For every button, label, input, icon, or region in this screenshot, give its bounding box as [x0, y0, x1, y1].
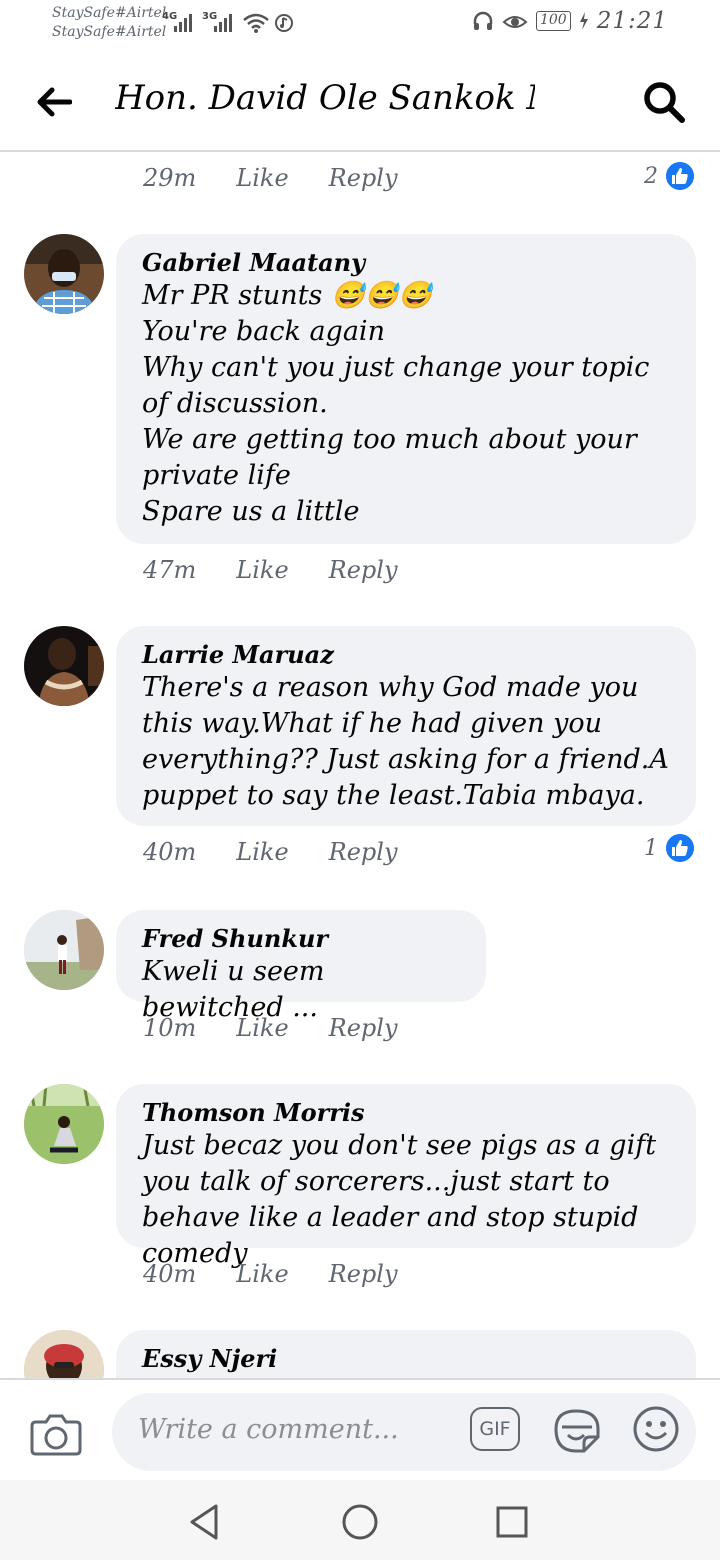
sticker-button[interactable] — [552, 1405, 602, 1455]
triangle-back-icon — [190, 1504, 218, 1540]
wifi-icon — [243, 13, 269, 33]
comment-actions: 40m Like Reply — [143, 1260, 398, 1288]
comment-bubble[interactable]: Gabriel Maatany Mr PR stunts 😅😅😅 You're … — [116, 234, 696, 544]
nav-home-button[interactable] — [338, 1500, 382, 1544]
charging-icon — [579, 12, 588, 30]
camera-button[interactable] — [30, 1410, 82, 1458]
comment-time: 40m — [143, 838, 197, 866]
music-notification-icon — [275, 14, 293, 32]
system-navigation-bar — [0, 1480, 720, 1560]
like-button[interactable]: Like — [236, 1260, 288, 1288]
app-header: Hon. David Ole Sankok MP — [0, 52, 720, 152]
reaction-count[interactable]: 1 — [644, 832, 696, 864]
circle-home-icon — [342, 1504, 378, 1540]
comment-author[interactable]: Thomson Morris — [142, 1098, 670, 1128]
comment-actions: 29m Like Reply — [143, 164, 398, 192]
signal-icon — [174, 14, 192, 32]
comment-time: 47m — [143, 556, 197, 584]
back-button[interactable] — [30, 80, 78, 124]
carrier-1: StaySafe#Airtel — [52, 5, 167, 21]
comment-author[interactable]: Gabriel Maatany — [142, 248, 670, 278]
comment-time: 40m — [143, 1260, 197, 1288]
comment-input-placeholder: Write a comment... — [138, 1414, 399, 1445]
carrier-2: StaySafe#Airtel — [52, 24, 167, 40]
battery-level: 100 — [535, 11, 571, 31]
reaction-count[interactable]: 2 — [644, 160, 696, 192]
status-bar: StaySafe#Airtel StaySafe#Airtel 4G 3G 10… — [0, 0, 720, 52]
reply-button[interactable]: Reply — [329, 164, 398, 192]
reaction-count-value: 1 — [644, 835, 658, 861]
like-button[interactable]: Like — [236, 164, 288, 192]
comment-author[interactable]: Larrie Maruaz — [142, 640, 670, 670]
avatar[interactable] — [24, 1084, 104, 1164]
headphones-icon — [473, 11, 493, 30]
comment-text: There's a reason why God made you this w… — [142, 672, 669, 811]
arrow-left-icon — [37, 87, 72, 117]
comment-text: Mr PR stunts 😅😅😅 You're back again Why c… — [142, 280, 650, 527]
comment-composer: Write a comment... GIF — [0, 1378, 720, 1480]
avatar[interactable] — [24, 1330, 104, 1378]
reaction-count-value: 2 — [644, 163, 658, 189]
sticker-icon — [554, 1409, 600, 1453]
clock: 21:21 — [596, 8, 668, 34]
signal-icon — [214, 14, 232, 32]
comment-actions: 10m Like Reply — [143, 1014, 398, 1042]
reply-button[interactable]: Reply — [329, 838, 398, 866]
reply-button[interactable]: Reply — [329, 1014, 398, 1042]
comments-feed[interactable]: 29m Like Reply 2 Gabriel Maatany Mr PR s… — [0, 154, 720, 1378]
nav-back-button[interactable] — [184, 1500, 228, 1544]
comment-actions: 47m Like Reply — [143, 556, 398, 584]
comment-bubble[interactable]: Fred Shunkur Kweli u seem bewitched ... — [116, 910, 486, 1023]
square-recents-icon — [496, 1506, 528, 1538]
comment-bubble[interactable]: Larrie Maruaz There's a reason why God m… — [116, 626, 696, 826]
comment-actions: 40m Like Reply — [143, 838, 398, 866]
comment-author[interactable]: Essy Njeri — [142, 1344, 670, 1374]
status-right: 100 21:21 — [472, 8, 668, 34]
comment-author[interactable]: Fred Shunkur — [142, 924, 460, 954]
like-button[interactable]: Like — [236, 838, 288, 866]
page-title: Hon. David Ole Sankok MP — [115, 78, 535, 118]
comment-text: Just becaz you don't see pigs as a gift … — [142, 1130, 657, 1269]
like-button[interactable]: Like — [236, 556, 288, 584]
gif-button[interactable]: GIF — [470, 1407, 520, 1451]
search-button[interactable] — [638, 76, 690, 128]
avatar[interactable] — [24, 234, 104, 314]
reply-button[interactable]: Reply — [329, 556, 398, 584]
carrier-labels: StaySafe#Airtel StaySafe#Airtel — [52, 4, 166, 42]
camera-icon — [30, 1414, 82, 1456]
comment-time: 29m — [143, 164, 197, 192]
thumbs-up-icon — [664, 832, 696, 864]
comment-time: 10m — [143, 1014, 197, 1042]
emoji-button[interactable] — [632, 1405, 680, 1453]
thumbs-up-icon — [664, 160, 696, 192]
nav-recents-button[interactable] — [490, 1500, 534, 1544]
avatar[interactable] — [24, 910, 104, 990]
comment-input[interactable]: Write a comment... GIF — [112, 1393, 696, 1471]
comment-bubble[interactable]: Essy Njeri — [116, 1330, 696, 1378]
search-icon — [644, 82, 685, 123]
emoji-icon — [633, 1406, 679, 1452]
like-button[interactable]: Like — [236, 1014, 288, 1042]
avatar[interactable] — [24, 626, 104, 706]
comment-bubble[interactable]: Thomson Morris Just becaz you don't see … — [116, 1084, 696, 1269]
eye-comfort-icon — [502, 16, 528, 28]
reply-button[interactable]: Reply — [329, 1260, 398, 1288]
